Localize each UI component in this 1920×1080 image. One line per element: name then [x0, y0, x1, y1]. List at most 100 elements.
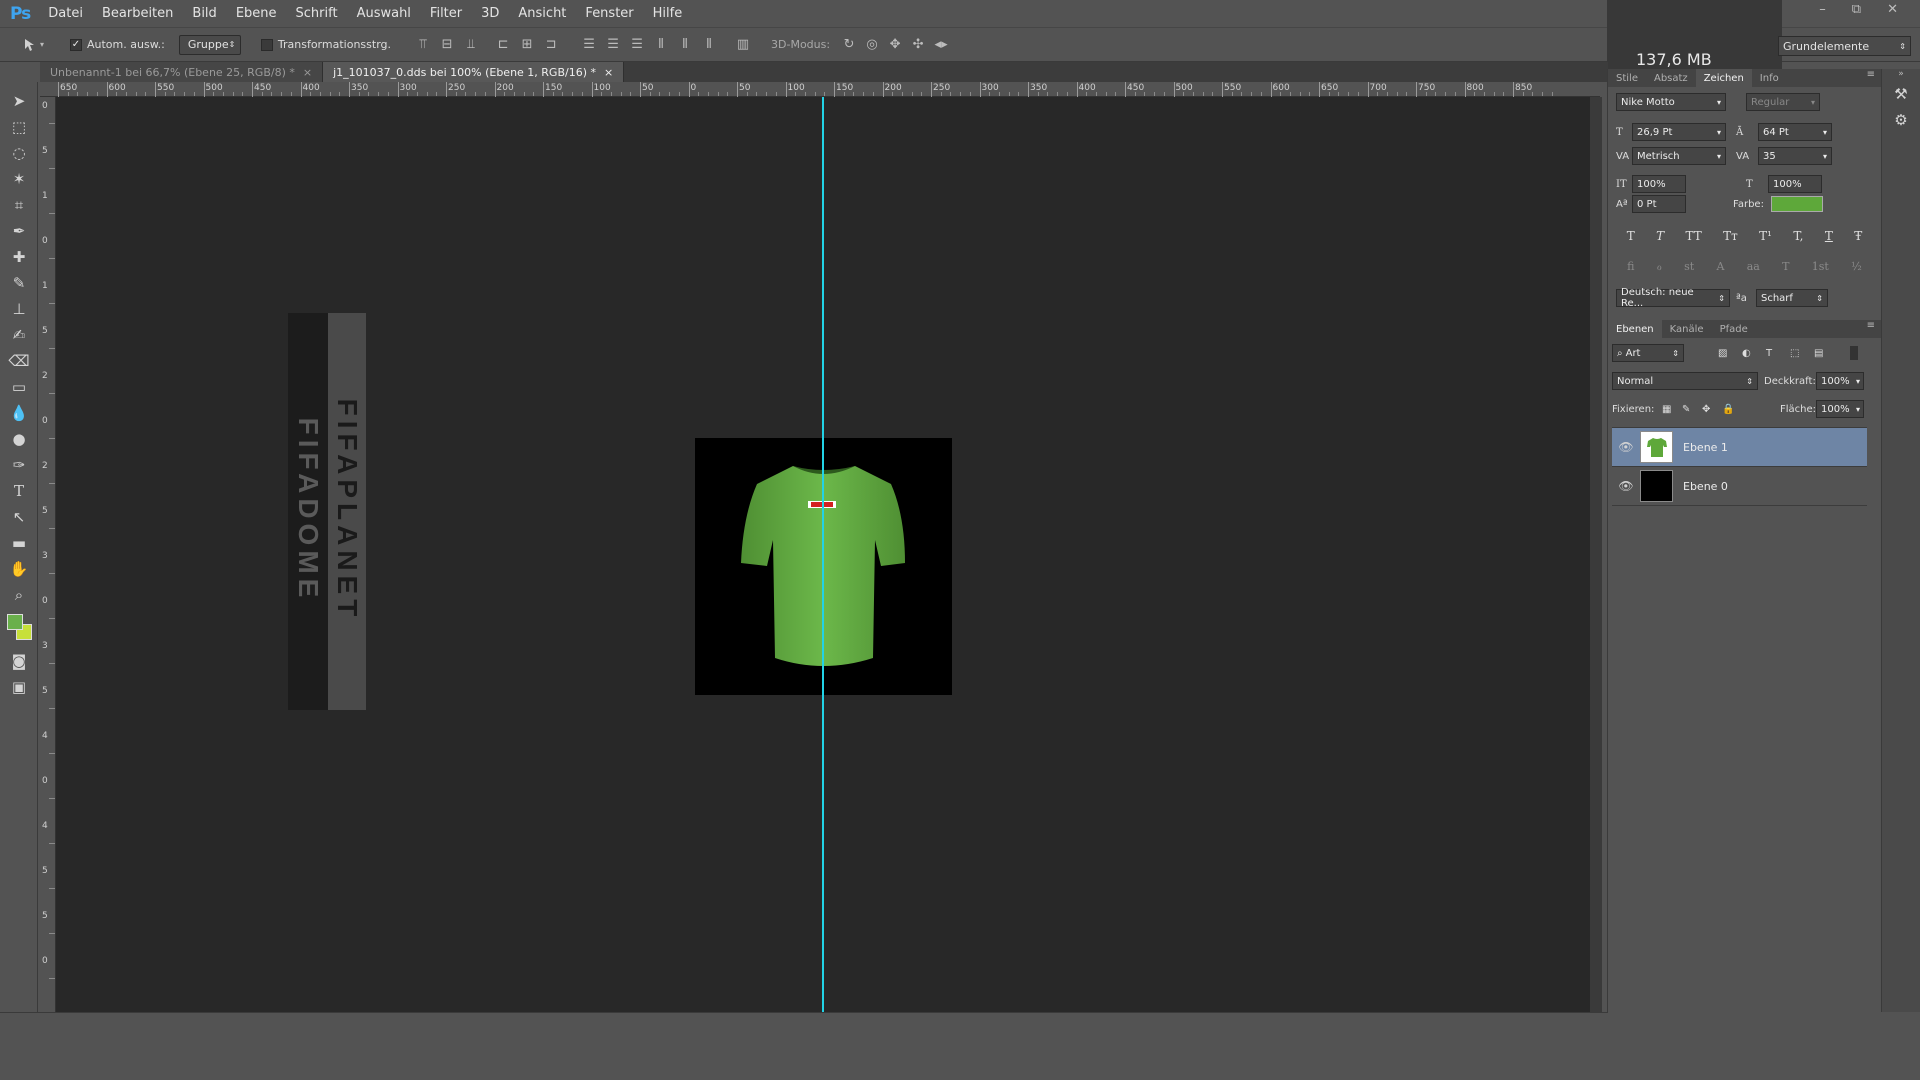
history-brush-icon[interactable]: ✍ [0, 322, 38, 348]
screen-mode-icon[interactable]: ▣ [0, 674, 38, 700]
font-style-select[interactable]: Regular ▾ [1746, 93, 1820, 111]
scale-3d-icon[interactable]: ◂▸ [931, 35, 951, 55]
auto-select-dropdown[interactable]: Gruppe ⇕ [178, 34, 241, 55]
menu-3d[interactable]: 3D [481, 6, 499, 21]
drag-3d-icon[interactable]: ✥ [885, 35, 905, 55]
brush-tool-icon[interactable]: ✎ [0, 270, 38, 296]
all-caps-button[interactable]: TT [1686, 229, 1702, 243]
tab-j1-dds[interactable]: j1_101037_0.dds bei 100% (Ebene 1, RGB/1… [323, 62, 625, 82]
swash-button[interactable]: st [1684, 260, 1694, 273]
quick-mask-icon[interactable]: ◙ [0, 648, 38, 674]
align-vcenter-icon[interactable]: ⊟ [437, 35, 457, 55]
leading-input[interactable]: 64 Pt ▾ [1758, 123, 1832, 141]
font-family-select[interactable]: Nike Motto ▾ [1616, 93, 1726, 111]
align-left-icon[interactable]: ⊏ [493, 35, 513, 55]
layer-row-ebene-1[interactable]: 👁 Ebene 1 [1612, 428, 1867, 467]
distribute-right-icon[interactable]: ⫴ [699, 35, 719, 55]
menu-schrift[interactable]: Schrift [296, 6, 338, 21]
tab-pfade[interactable]: Pfade [1712, 320, 1756, 338]
ordinals-button[interactable]: 1st [1812, 260, 1829, 273]
stylistic-alt-button[interactable]: A [1717, 260, 1725, 273]
lock-transparent-icon[interactable]: ▦ [1662, 404, 1682, 415]
roll-3d-icon[interactable]: ◎ [862, 35, 882, 55]
eye-icon[interactable]: 👁 [1612, 479, 1640, 493]
dodge-tool-icon[interactable]: ● [0, 426, 38, 452]
titling-button[interactable]: aa [1747, 260, 1760, 273]
lock-position-icon[interactable]: ✥ [1702, 404, 1722, 415]
distribute-hcenter-icon[interactable]: ⫴ [675, 35, 695, 55]
menu-bearbeiten[interactable]: Bearbeiten [102, 6, 173, 21]
shape-tool-icon[interactable]: ▬ [0, 530, 38, 556]
properties-icon[interactable]: ⚙ [1882, 107, 1920, 133]
move-tool-preset[interactable]: ▾ [20, 35, 62, 55]
tab-close-icon[interactable]: × [303, 66, 312, 79]
small-caps-button[interactable]: Tт [1723, 229, 1738, 243]
align-right-icon[interactable]: ⊐ [541, 35, 561, 55]
fractions-button[interactable]: ½ [1851, 260, 1862, 273]
transform-checkbox[interactable] [260, 38, 273, 51]
panel-menu-icon[interactable]: ≡ [1867, 69, 1875, 87]
tool-presets-icon[interactable]: ⚒ [1882, 81, 1920, 107]
font-size-input[interactable]: 26,9 Pt ▾ [1632, 123, 1726, 141]
crop-tool-icon[interactable]: ⌗ [0, 192, 38, 218]
menu-hilfe[interactable]: Hilfe [653, 6, 683, 21]
distribute-left-icon[interactable]: ⫴ [651, 35, 671, 55]
tracking-input[interactable]: 35 ▾ [1758, 147, 1832, 165]
vertical-guide[interactable] [822, 97, 824, 1012]
type-tool-icon[interactable]: T [0, 478, 38, 504]
subscript-button[interactable]: T, [1793, 229, 1803, 243]
discretionary-lig-button[interactable]: ℴ [1657, 260, 1662, 273]
lasso-tool-icon[interactable]: ◌ [0, 140, 38, 166]
baseline-input[interactable]: 0 Pt [1632, 195, 1686, 213]
restore-button[interactable]: ⧉ [1852, 2, 1861, 17]
tab-zeichen[interactable]: Zeichen [1695, 69, 1752, 87]
layer-row-ebene-0[interactable]: 👁 Ebene 0 [1612, 467, 1867, 506]
tab-absatz[interactable]: Absatz [1646, 69, 1696, 87]
ornaments-button[interactable]: T [1782, 260, 1789, 273]
strikethrough-button[interactable]: Ŧ [1854, 229, 1862, 243]
layers-menu-icon[interactable]: ≡ [1867, 320, 1875, 338]
tab-stile[interactable]: Stile [1608, 69, 1646, 87]
vscale-input[interactable]: 100% [1632, 175, 1686, 193]
eye-icon[interactable]: 👁 [1612, 440, 1640, 454]
tab-ebenen[interactable]: Ebenen [1608, 320, 1662, 338]
tab-kanaele[interactable]: Kanäle [1662, 320, 1712, 338]
superscript-button[interactable]: T¹ [1759, 229, 1772, 243]
filter-toggle[interactable] [1850, 346, 1858, 360]
kerning-select[interactable]: Metrisch ▾ [1632, 147, 1726, 165]
minimize-button[interactable]: – [1819, 2, 1826, 17]
tab-info[interactable]: Info [1752, 69, 1787, 87]
faux-italic-button[interactable]: T [1656, 229, 1664, 243]
align-bottom-icon[interactable]: ⫫ [461, 35, 481, 55]
canvas-scrollbar[interactable] [1590, 97, 1602, 1012]
text-color-swatch[interactable] [1771, 196, 1823, 212]
close-button[interactable]: ✕ [1887, 2, 1898, 17]
filter-adjustment-icon[interactable]: ◐ [1742, 348, 1766, 359]
path-select-icon[interactable]: ↖ [0, 504, 38, 530]
lock-all-icon[interactable]: 🔒 [1722, 404, 1742, 415]
filter-shape-icon[interactable]: ⬚ [1790, 348, 1814, 359]
workspace-dropdown[interactable]: Grundelemente ⇕ [1778, 36, 1911, 56]
menu-datei[interactable]: Datei [48, 6, 83, 21]
healing-brush-icon[interactable]: ✚ [0, 244, 38, 270]
menu-fenster[interactable]: Fenster [585, 6, 633, 21]
menu-auswahl[interactable]: Auswahl [357, 6, 411, 21]
auto-select-checkbox[interactable]: ✓ [70, 38, 82, 51]
move-tool-icon[interactable]: ➤ [0, 88, 38, 114]
fill-input[interactable]: 100% ▾ [1816, 400, 1864, 418]
menu-ebene[interactable]: Ebene [236, 6, 277, 21]
filter-pixel-icon[interactable]: ▨ [1718, 348, 1742, 359]
lock-pixels-icon[interactable]: ✎ [1682, 404, 1702, 415]
collapse-icon[interactable]: » [1882, 69, 1920, 81]
align-hcenter-icon[interactable]: ⊞ [517, 35, 537, 55]
pen-tool-icon[interactable]: ✑ [0, 452, 38, 478]
tab-unbenannt[interactable]: Unbenannt-1 bei 66,7% (Ebene 25, RGB/8) … [40, 62, 324, 82]
antialias-select[interactable]: Scharf ⇕ [1756, 289, 1828, 307]
distribute-bottom-icon[interactable]: ☰ [627, 35, 647, 55]
underline-button[interactable]: T [1825, 229, 1833, 243]
ligatures-button[interactable]: ﬁ [1627, 260, 1634, 273]
magic-wand-icon[interactable]: ✶ [0, 166, 38, 192]
menu-ansicht[interactable]: Ansicht [518, 6, 566, 21]
layer-filter-select[interactable]: ⌕ Art ⇕ [1612, 344, 1684, 362]
blend-mode-select[interactable]: Normal ⇕ [1612, 372, 1758, 390]
